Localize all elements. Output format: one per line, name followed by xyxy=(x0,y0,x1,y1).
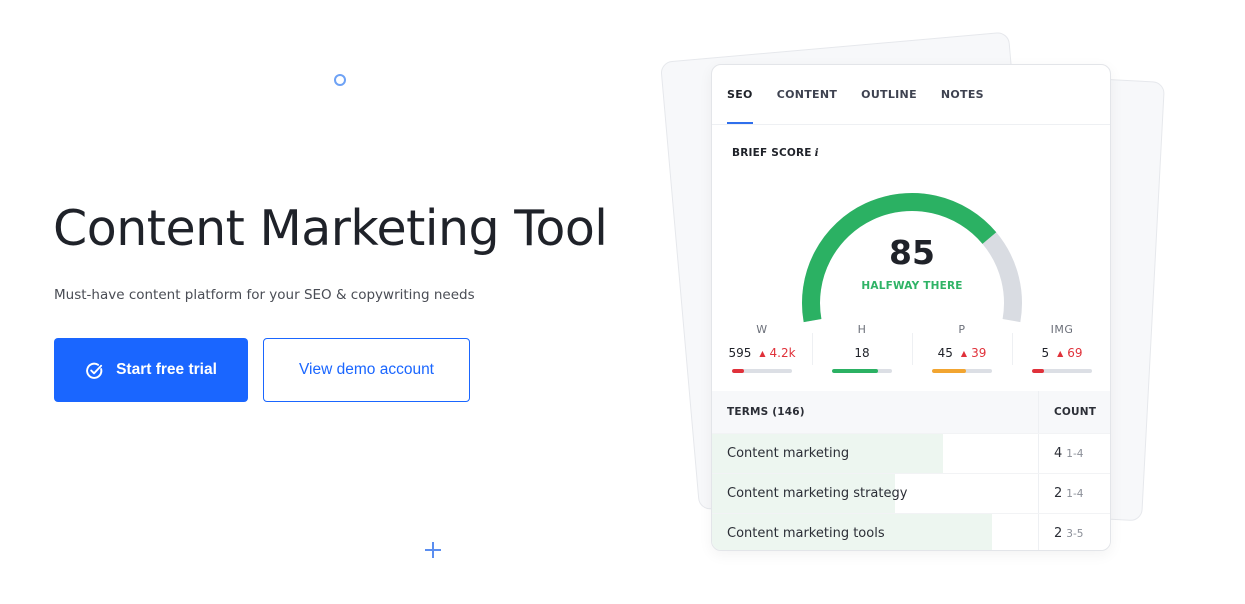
term-count-range: 1-4 xyxy=(1066,487,1084,500)
metric-value: 595 xyxy=(728,346,752,360)
decorative-plus-icon xyxy=(425,542,441,558)
page-title: Content Marketing Tool xyxy=(53,200,608,257)
metrics-row: W 595 ▲ 4.2k H 18 P 45 ▲ 39 IMG 5 ▲ 69 xyxy=(712,323,1110,373)
metric-value: 45 xyxy=(937,346,953,360)
metric-delta: ▲ 69 xyxy=(1057,346,1082,360)
decorative-circle-icon xyxy=(334,74,346,86)
term-name: Content marketing strategy xyxy=(727,486,908,501)
tab-outline[interactable]: OUTLINE xyxy=(861,65,917,124)
metric-bar-fill xyxy=(832,369,879,373)
tab-notes[interactable]: NOTES xyxy=(941,65,984,124)
metric-bar xyxy=(732,369,792,373)
metric-bar xyxy=(1032,369,1092,373)
page-subtitle: Must-have content platform for your SEO … xyxy=(54,287,475,303)
tab-seo[interactable]: SEO xyxy=(727,65,753,124)
metric-headings: H 18 xyxy=(812,323,912,373)
brief-score-value: 85 xyxy=(889,233,935,272)
term-count-value: 2 xyxy=(1054,486,1063,501)
metric-values: 45 ▲ 39 xyxy=(912,346,1012,360)
metric-delta: ▲ 4.2k xyxy=(759,346,795,360)
metric-delta-value: 4.2k xyxy=(769,346,796,360)
metric-label: W xyxy=(756,323,768,336)
metric-delta-value: 39 xyxy=(971,346,987,360)
metric-images: IMG 5 ▲ 69 xyxy=(1012,323,1110,373)
term-count-range: 1-4 xyxy=(1066,447,1084,460)
metric-values: 18 xyxy=(812,346,912,360)
view-demo-account-label: View demo account xyxy=(299,361,434,378)
metric-delta: ▲ 39 xyxy=(961,346,986,360)
metric-values: 595 ▲ 4.2k xyxy=(712,346,812,360)
brief-score-label: BRIEF SCORE i xyxy=(732,147,819,159)
table-row[interactable]: Content marketing strategy 2 1-4 xyxy=(712,473,1110,514)
terms-table: TERMS (146) COUNT Content marketing 4 1-4… xyxy=(712,391,1110,550)
metric-bar-fill xyxy=(732,369,744,373)
term-count-value: 2 xyxy=(1054,526,1063,541)
term-count: 2 1-4 xyxy=(1038,473,1110,514)
metric-label: IMG xyxy=(1050,323,1074,336)
metric-label: P xyxy=(958,323,966,336)
term-count-range: 3-5 xyxy=(1066,527,1084,540)
metric-label: H xyxy=(857,323,867,336)
metric-value: 5 xyxy=(1041,346,1050,360)
tab-content[interactable]: CONTENT xyxy=(777,65,837,124)
metric-bar xyxy=(932,369,992,373)
terms-table-header: TERMS (146) COUNT xyxy=(712,391,1110,433)
view-demo-account-button[interactable]: View demo account xyxy=(263,338,470,402)
metric-values: 5 ▲ 69 xyxy=(1012,346,1110,360)
count-column-header[interactable]: COUNT xyxy=(1038,391,1110,433)
term-count-value: 4 xyxy=(1054,446,1063,461)
term-count: 2 3-5 xyxy=(1038,513,1110,550)
metric-value: 18 xyxy=(854,346,870,360)
arrow-up-icon: ▲ xyxy=(960,349,968,358)
metric-bar-fill xyxy=(932,369,967,373)
term-name: Content marketing tools xyxy=(727,526,885,541)
metric-bar-fill xyxy=(1032,369,1044,373)
metric-delta-value: 69 xyxy=(1067,346,1083,360)
metric-bar xyxy=(832,369,892,373)
table-row[interactable]: Content marketing tools 2 3-5 xyxy=(712,513,1110,550)
term-count: 4 1-4 xyxy=(1038,433,1110,474)
brief-score-status: HALFWAY THERE xyxy=(861,280,963,292)
table-row[interactable]: Content marketing 4 1-4 xyxy=(712,433,1110,474)
term-name: Content marketing xyxy=(727,446,850,461)
info-icon[interactable]: i xyxy=(815,147,819,159)
terms-column-header[interactable]: TERMS (146) xyxy=(712,406,1038,418)
metric-paragraphs: P 45 ▲ 39 xyxy=(912,323,1012,373)
card-tabs: SEO CONTENT OUTLINE NOTES xyxy=(712,65,1110,125)
start-free-trial-button[interactable]: Start free trial xyxy=(54,338,248,402)
brief-score-label-text: BRIEF SCORE xyxy=(732,147,812,159)
check-circle-icon xyxy=(86,362,103,379)
metric-words: W 595 ▲ 4.2k xyxy=(712,323,812,373)
arrow-up-icon: ▲ xyxy=(1057,349,1064,358)
arrow-up-icon: ▲ xyxy=(759,349,766,358)
seo-brief-card: SEO CONTENT OUTLINE NOTES BRIEF SCORE i 8… xyxy=(711,64,1111,551)
start-free-trial-label: Start free trial xyxy=(116,361,217,378)
